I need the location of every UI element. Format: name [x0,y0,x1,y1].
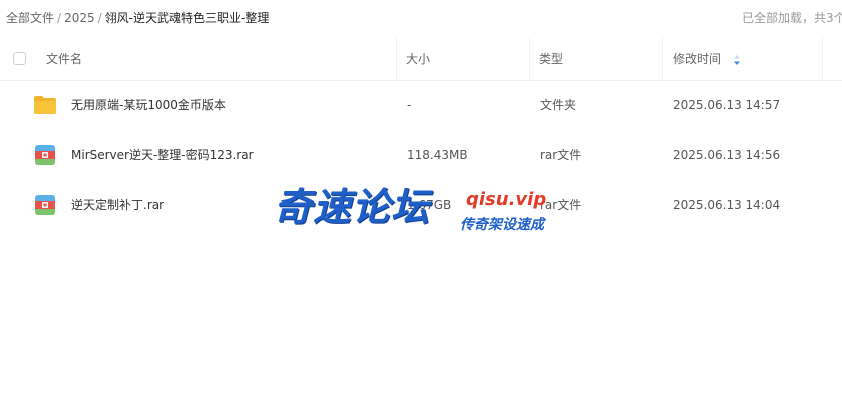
file-size: - [407,98,412,112]
file-modified: 2025.06.13 14:56 [673,148,781,162]
column-divider[interactable] [662,38,663,80]
column-divider[interactable] [529,38,530,80]
folder-icon [33,93,57,117]
file-type: rar文件 [540,148,582,162]
breadcrumb-year[interactable]: 2025 [64,11,95,25]
column-header-modified-label: 修改时间 [673,52,722,66]
column-header-name[interactable]: 文件名 [46,38,82,80]
column-divider[interactable] [396,38,397,80]
column-header-type[interactable]: 类型 [539,38,563,80]
breadcrumb-root[interactable]: 全部文件 [6,11,54,25]
file-row[interactable]: 逆天定制补丁.rar 1.67GB rar文件 2025.06.13 14:04 [0,180,842,230]
column-divider[interactable] [822,38,823,80]
archive-icon [33,143,57,167]
table-header: 文件名 大小 类型 修改时间 [0,38,842,81]
file-type: 文件夹 [540,98,577,112]
breadcrumb-current: 翎风-逆天武魂特色三职业-整理 [104,11,270,25]
breadcrumb-separator: / [57,11,62,25]
load-status: 已全部加载，共3个 [742,11,842,25]
file-row[interactable]: MirServer逆天-整理-密码123.rar 118.43MB rar文件 … [0,130,842,180]
file-row[interactable]: 无用原端-某玩1000金币版本 - 文件夹 2025.06.13 14:57 [0,80,842,130]
file-name[interactable]: MirServer逆天-整理-密码123.rar [71,130,254,180]
sort-icon[interactable] [733,54,741,65]
file-size: 1.67GB [407,198,452,212]
column-header-size[interactable]: 大小 [406,38,430,80]
select-all-checkbox[interactable] [13,52,26,65]
file-modified: 2025.06.13 14:57 [673,98,781,112]
column-header-modified[interactable]: 修改时间 [673,38,741,80]
archive-icon [33,193,57,217]
file-type: rar文件 [540,198,582,212]
file-name[interactable]: 逆天定制补丁.rar [71,180,164,230]
file-name[interactable]: 无用原端-某玩1000金币版本 [71,80,226,130]
file-size: 118.43MB [407,148,468,162]
breadcrumb: 全部文件/2025/翎风-逆天武魂特色三职业-整理 [6,9,269,26]
breadcrumb-separator: / [97,11,102,25]
file-modified: 2025.06.13 14:04 [673,198,781,212]
